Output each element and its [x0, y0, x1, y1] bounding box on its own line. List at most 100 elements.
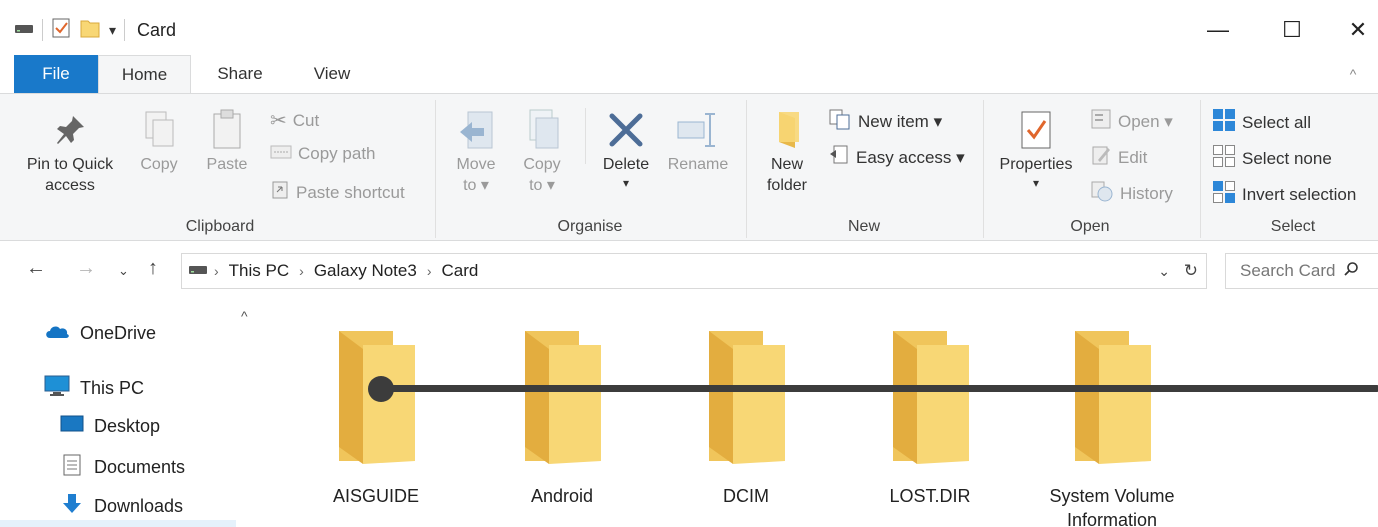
- folder-name-line2: Information: [1066, 510, 1158, 527]
- folder-item[interactable]: LOST.DIR: [860, 329, 1000, 508]
- nav-item-onedrive[interactable]: OneDrive: [44, 323, 156, 344]
- tab-home[interactable]: Home: [98, 55, 191, 94]
- breadcrumb-galaxy-note3[interactable]: Galaxy Note3: [314, 261, 417, 281]
- folder-name: Android: [530, 486, 594, 506]
- breadcrumb-card[interactable]: Card: [441, 261, 478, 281]
- close-button[interactable]: ✕: [1338, 10, 1378, 50]
- recent-locations-chevron-icon[interactable]: ⌄: [118, 263, 129, 279]
- history-button[interactable]: History: [1090, 180, 1173, 207]
- folder-name: LOST.DIR: [889, 486, 971, 506]
- select-none-label: Select none: [1242, 148, 1332, 168]
- new-item-button[interactable]: New item ▾: [828, 108, 942, 135]
- paste-icon: [198, 106, 256, 154]
- delete-icon: [594, 106, 658, 154]
- copy-button[interactable]: Copy: [130, 106, 188, 175]
- drive-icon[interactable]: [14, 21, 34, 40]
- breadcrumb-separator-icon[interactable]: ›: [299, 263, 304, 279]
- properties-icon: [992, 106, 1080, 154]
- rename-button[interactable]: Rename: [662, 106, 734, 175]
- maximize-button[interactable]: ☐: [1262, 10, 1322, 50]
- select-none-button[interactable]: Select none: [1212, 144, 1332, 173]
- refresh-icon[interactable]: ↻: [1184, 261, 1198, 281]
- edit-button[interactable]: Edit: [1090, 144, 1147, 171]
- folder-item[interactable]: DCIM: [676, 329, 816, 508]
- tab-view[interactable]: View: [296, 55, 368, 93]
- pin-to-quick-access-button[interactable]: Pin to Quick access: [14, 106, 126, 196]
- folder-icon: [756, 106, 818, 154]
- annotation-pointer-dot: [368, 376, 394, 402]
- select-all-button[interactable]: Select all: [1212, 108, 1311, 137]
- desktop-icon: [60, 414, 84, 439]
- rename-label: Rename: [667, 156, 729, 173]
- move-to-label-2: to ▾: [463, 177, 489, 194]
- up-arrow-icon[interactable]: ↑: [148, 257, 158, 280]
- folder-item[interactable]: Android: [492, 329, 632, 508]
- history-icon: [1090, 180, 1114, 207]
- breadcrumb-this-pc[interactable]: This PC: [229, 261, 289, 281]
- address-dropdown-icon[interactable]: ⌄: [1158, 263, 1170, 280]
- move-to-button[interactable]: Move to ▾: [446, 106, 506, 196]
- folder-item[interactable]: AISGUIDE: [306, 329, 446, 508]
- delete-button[interactable]: Delete ▾: [594, 106, 658, 191]
- group-divider: [746, 100, 747, 238]
- nav-label: This PC: [80, 378, 145, 398]
- edit-label: Edit: [1118, 147, 1148, 167]
- copy-to-icon: [512, 106, 572, 154]
- copy-path-button[interactable]: Copy path: [270, 144, 376, 164]
- nav-item-documents[interactable]: Documents: [60, 453, 185, 482]
- copy-label: Copy: [140, 156, 178, 173]
- minimize-button[interactable]: —: [1188, 10, 1248, 50]
- breadcrumb-separator-icon[interactable]: ›: [214, 263, 219, 279]
- collapse-ribbon-icon[interactable]: ^: [1338, 55, 1368, 93]
- paste-shortcut-label: Paste shortcut: [296, 182, 405, 202]
- new-folder-button[interactable]: New folder: [756, 106, 818, 196]
- computer-icon: [44, 375, 70, 402]
- nav-item-downloads[interactable]: Downloads: [60, 492, 183, 521]
- nav-item-this-pc[interactable]: This PC: [44, 375, 144, 402]
- nav-scrollbar[interactable]: [236, 301, 262, 527]
- address-bar[interactable]: › This PC › Galaxy Note3 › Card ⌄ ↻: [181, 253, 1207, 289]
- qat-dropdown-icon[interactable]: ▾: [109, 22, 116, 39]
- folder-name: System Volume Information: [1042, 484, 1182, 527]
- search-input[interactable]: Search Card: [1240, 261, 1335, 281]
- properties-dropdown-icon[interactable]: ▾: [992, 175, 1080, 191]
- easy-access-button[interactable]: Easy access ▾: [828, 144, 965, 171]
- ribbon: Pin to Quick access Copy Paste ✂ Cut Cop…: [0, 93, 1378, 241]
- nav-label: OneDrive: [80, 323, 157, 343]
- invert-selection-label: Invert selection: [1242, 184, 1357, 204]
- properties-check-icon[interactable]: [51, 17, 71, 44]
- forward-arrow-icon[interactable]: →: [76, 257, 96, 280]
- search-box[interactable]: Search Card: [1225, 253, 1378, 289]
- pin-label-1: Pin to Quick: [26, 156, 114, 173]
- properties-button[interactable]: Properties ▾: [992, 106, 1080, 191]
- select-group-label: Select: [1270, 218, 1316, 235]
- back-arrow-icon[interactable]: ←: [26, 257, 46, 280]
- delete-dropdown-icon[interactable]: ▾: [594, 175, 658, 191]
- scissors-icon: ✂: [270, 110, 287, 132]
- new-folder-icon[interactable]: [79, 17, 101, 44]
- cut-button[interactable]: ✂ Cut: [270, 108, 319, 133]
- folder-name: DCIM: [723, 486, 769, 506]
- address-drive-icon: [188, 261, 208, 281]
- nav-item-desktop[interactable]: Desktop: [60, 414, 160, 439]
- rename-icon: [662, 106, 734, 154]
- tab-share[interactable]: Share: [200, 55, 280, 93]
- folder-item[interactable]: System Volume Information: [1042, 329, 1182, 527]
- scroll-up-icon[interactable]: ^: [241, 308, 248, 324]
- open-button[interactable]: Open ▾: [1090, 108, 1173, 135]
- paste-button[interactable]: Paste: [198, 106, 256, 175]
- invert-selection-button[interactable]: Invert selection: [1212, 180, 1356, 209]
- onedrive-cloud-icon: [44, 323, 70, 344]
- paste-shortcut-icon: [270, 180, 290, 205]
- breadcrumb-separator-icon[interactable]: ›: [427, 263, 432, 279]
- group-divider: [983, 100, 984, 238]
- organise-group-label: Organise: [557, 218, 623, 235]
- tab-file[interactable]: File: [14, 55, 98, 93]
- folder-icon: [1067, 331, 1157, 471]
- copy-to-button[interactable]: Copy to ▾: [512, 106, 572, 196]
- paste-shortcut-button[interactable]: Paste shortcut: [270, 180, 405, 205]
- new-group-label: New: [847, 218, 880, 235]
- delete-label: Delete: [602, 156, 650, 173]
- history-label: History: [1120, 183, 1173, 203]
- edit-icon: [1090, 144, 1112, 171]
